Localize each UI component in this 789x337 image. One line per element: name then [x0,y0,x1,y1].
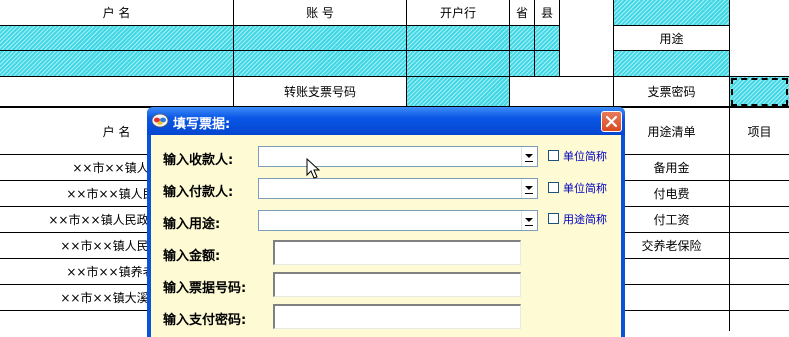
ticket-no-input[interactable] [273,272,521,297]
blank-cell[interactable] [560,0,614,77]
table-row-purpose[interactable]: 备用金 [614,155,730,181]
payee-short-label: 单位简称 [563,150,607,163]
header-bank: 开户行 [407,0,510,26]
hatched-cell[interactable] [234,51,407,77]
payee-label: 输入收款人: [163,153,234,168]
blank-cell[interactable] [730,207,789,233]
pay-password-input[interactable] [273,304,521,329]
app-icon [151,113,169,128]
amount-label: 输入金额: [163,249,221,264]
close-icon [605,115,618,128]
blank-cell[interactable] [510,77,614,107]
chevron-down-icon [525,184,534,194]
table-row-purpose[interactable]: 交养老保险 [614,233,730,259]
dialog-body: 输入收款人: 单位简称 输入付款人: 单位简称 输入用途: 用途简称 输入金额:… [151,135,621,337]
blank-cell[interactable] [730,311,789,331]
table-row-purpose[interactable] [614,259,730,285]
usage-short-label: 用途简称 [563,213,607,226]
hatched-cell[interactable] [535,26,560,51]
usage-dropdown-button[interactable] [521,211,537,230]
payee-short-checkbox[interactable] [548,150,559,161]
pay-password-label: 输入支付密码: [163,313,247,328]
payer-label: 输入付款人: [163,185,234,200]
blank-cell[interactable] [730,155,789,181]
hatched-cell[interactable] [407,51,510,77]
hatched-cell[interactable] [0,51,234,77]
close-button[interactable] [601,111,622,132]
blank-cell[interactable] [730,285,789,311]
usage-label: 输入用途: [163,217,221,232]
blank-cell[interactable] [730,233,789,259]
blank-cell[interactable] [730,181,789,207]
header-county: 县 [535,0,560,26]
hatched-cell[interactable] [614,51,730,77]
hatched-cell[interactable] [510,51,535,77]
selected-cell[interactable] [730,77,789,107]
hatched-cell[interactable] [614,0,730,26]
hatched-cell[interactable] [407,77,510,107]
hatched-cell[interactable] [510,26,535,51]
payer-dropdown-button[interactable] [521,179,537,198]
blank-cell[interactable] [730,259,789,285]
blank-cell[interactable] [614,311,730,331]
chevron-down-icon [525,152,534,162]
amount-input[interactable] [273,240,521,265]
header-transfer-check-no: 转账支票号码 [234,77,407,107]
header-purpose: 用途 [614,26,730,51]
header-check-password: 支票密码 [614,77,730,107]
dialog-title: 填写票据: [173,117,231,132]
payee-dropdown-button[interactable] [521,147,537,166]
header-account-name: 户 名 [0,0,234,26]
table-row-purpose[interactable]: 付工资 [614,207,730,233]
chevron-down-icon [525,216,534,226]
payer-combobox[interactable] [258,178,538,199]
lower-header-item: 项目 [730,107,789,155]
payer-short-label: 单位简称 [563,182,607,195]
usage-combobox[interactable] [258,210,538,231]
dialog-titlebar[interactable]: 填写票据: [147,107,625,135]
header-province: 省 [510,0,535,26]
table-row-purpose[interactable] [614,285,730,311]
table-row-purpose[interactable]: 付电费 [614,181,730,207]
payer-short-checkbox[interactable] [548,182,559,193]
payee-combobox[interactable] [258,146,538,167]
mouse-cursor-icon [306,158,320,179]
ticket-no-label: 输入票据号码: [163,281,247,296]
header-account-no: 账 号 [234,0,407,26]
blank-cell[interactable] [0,77,234,107]
blank-cell[interactable] [730,0,789,77]
usage-short-checkbox[interactable] [548,213,559,224]
hatched-cell[interactable] [234,26,407,51]
hatched-cell[interactable] [0,26,234,51]
hatched-cell[interactable] [535,51,560,77]
fill-ticket-dialog: 填写票据: 输入收款人: 单位简称 输入付款人: 单位简称 输入用途: 用途简称… [147,107,625,337]
lower-header-purpose-list: 用途清单 [614,107,730,155]
hatched-cell[interactable] [407,26,510,51]
